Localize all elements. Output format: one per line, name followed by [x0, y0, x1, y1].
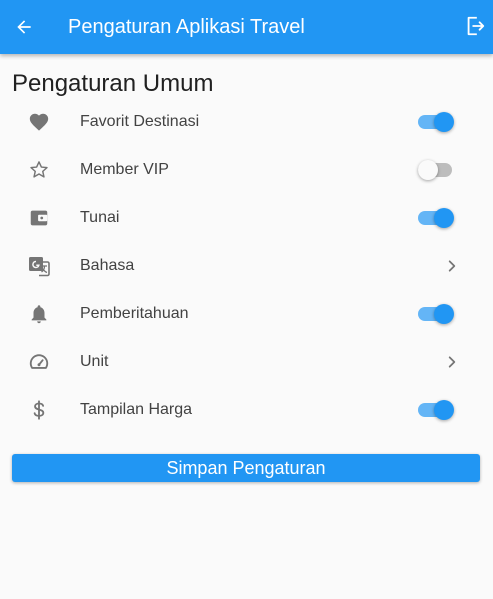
switch-thumb [434, 400, 454, 420]
setting-row-tampilan-harga[interactable]: Tampilan Harga [0, 386, 493, 434]
wallet-icon [26, 206, 52, 230]
chevron-right-icon[interactable] [444, 254, 460, 278]
setting-row-favorit-destinasi[interactable]: Favorit Destinasi [0, 98, 493, 146]
member-vip-switch[interactable] [418, 160, 454, 180]
setting-label: Pemberitahuan [80, 305, 189, 322]
chevron-right-icon[interactable] [444, 350, 460, 374]
setting-row-tunai[interactable]: Tunai [0, 194, 493, 242]
section-title: Pengaturan Umum [12, 70, 214, 97]
tampilan-harga-switch[interactable] [418, 400, 454, 420]
speedometer-icon [26, 350, 52, 374]
setting-row-member-vip[interactable]: Member VIP [0, 146, 493, 194]
page-title: Pengaturan Aplikasi Travel [68, 16, 305, 38]
bell-icon [26, 302, 52, 326]
back-arrow-icon[interactable] [12, 15, 36, 39]
setting-row-unit[interactable]: Unit [0, 338, 493, 386]
tunai-switch[interactable] [418, 208, 454, 228]
pemberitahuan-switch[interactable] [418, 304, 454, 324]
translate-icon [26, 254, 52, 278]
switch-thumb [434, 112, 454, 132]
app-bar: Pengaturan Aplikasi Travel [0, 0, 493, 54]
setting-label: Member VIP [80, 161, 169, 178]
save-settings-button[interactable]: Simpan Pengaturan [12, 454, 480, 482]
logout-icon[interactable] [463, 14, 487, 38]
setting-label: Unit [80, 353, 109, 370]
setting-label: Tampilan Harga [80, 401, 193, 418]
setting-label: Tunai [80, 209, 120, 226]
favorit-destinasi-switch[interactable] [418, 112, 454, 132]
switch-thumb [418, 160, 438, 180]
heart-icon [26, 110, 52, 134]
setting-label: Bahasa [80, 257, 135, 274]
switch-thumb [434, 208, 454, 228]
setting-row-bahasa[interactable]: Bahasa [0, 242, 493, 290]
setting-row-pemberitahuan[interactable]: Pemberitahuan [0, 290, 493, 338]
dollar-icon [26, 398, 52, 422]
star-outline-icon [26, 158, 52, 182]
setting-label: Favorit Destinasi [80, 113, 200, 130]
switch-thumb [434, 304, 454, 324]
